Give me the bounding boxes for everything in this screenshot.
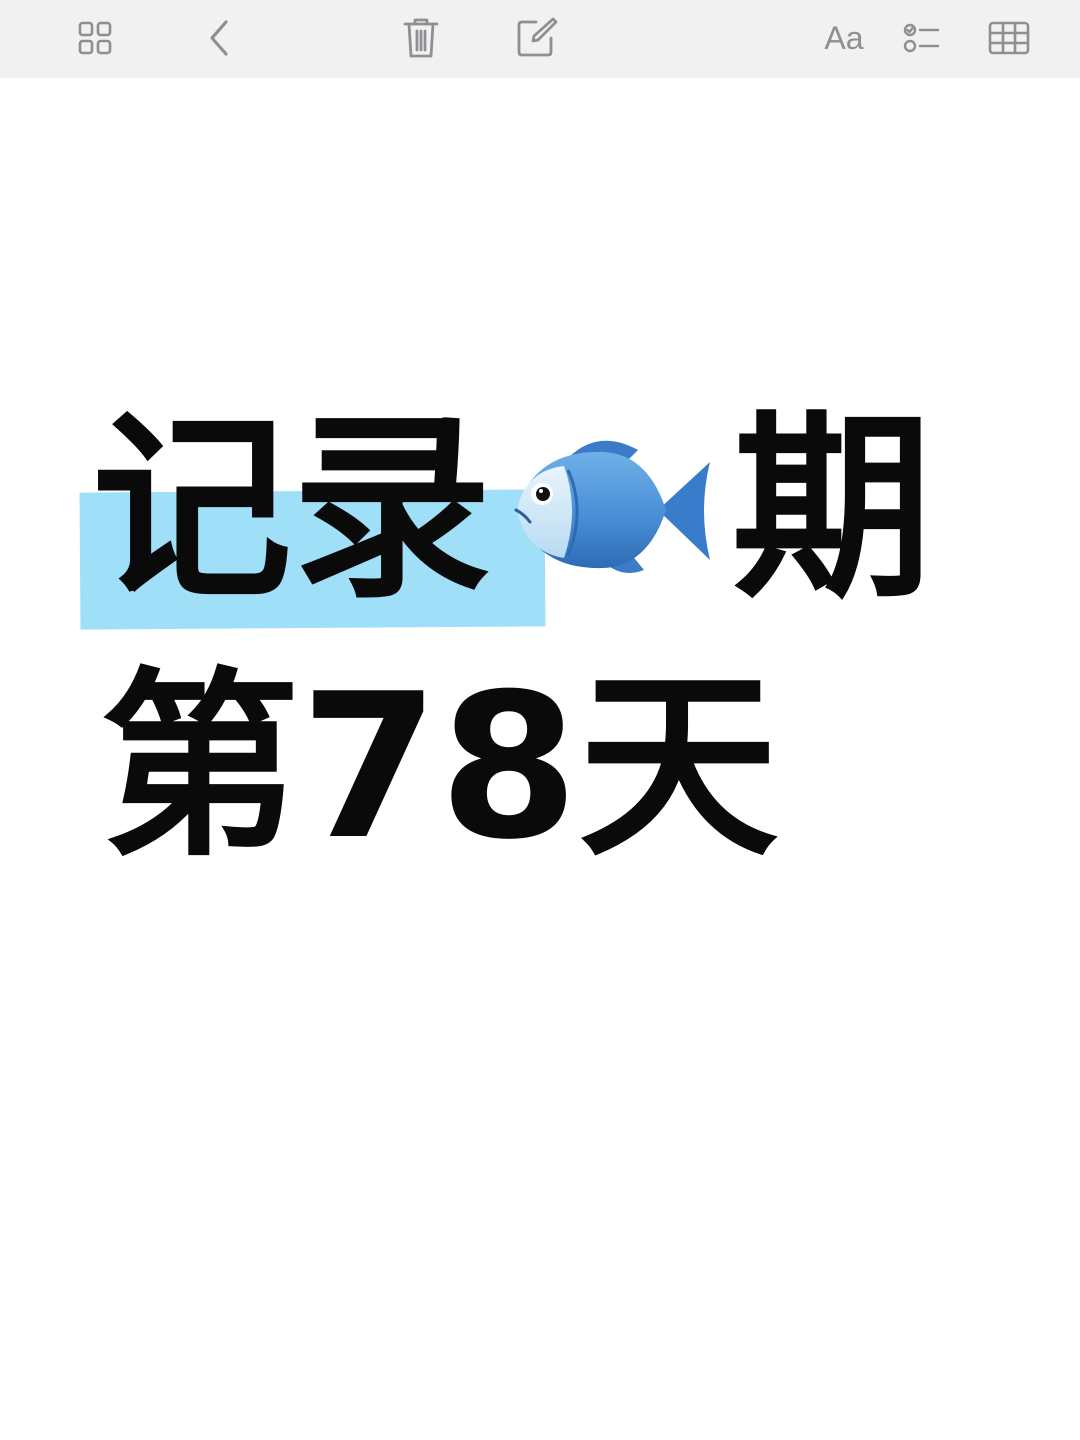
- notes-toolbar: Aa: [0, 0, 1080, 78]
- table-icon: [988, 21, 1030, 55]
- checklist-icon: [903, 23, 940, 53]
- fish-icon: [498, 410, 718, 610]
- table-button[interactable]: [985, 14, 1033, 62]
- checklist-button[interactable]: [898, 14, 946, 62]
- delete-button[interactable]: [397, 14, 445, 62]
- back-button[interactable]: [196, 14, 244, 62]
- compose-icon: [517, 17, 558, 57]
- note-line-1: 记录 期: [92, 410, 932, 610]
- note-text-record: 记录: [92, 393, 493, 626]
- trash-icon: [403, 18, 439, 58]
- gallery-view-button[interactable]: [71, 14, 119, 62]
- compose-button[interactable]: [512, 14, 560, 62]
- format-text-button[interactable]: Aa: [818, 14, 870, 62]
- note-text-period: 期: [732, 393, 933, 626]
- note-line-2: 第78天: [100, 651, 779, 884]
- gallery-view-icon: [78, 21, 112, 55]
- back-chevron-icon: [210, 20, 228, 56]
- format-text-label: Aa: [824, 20, 864, 56]
